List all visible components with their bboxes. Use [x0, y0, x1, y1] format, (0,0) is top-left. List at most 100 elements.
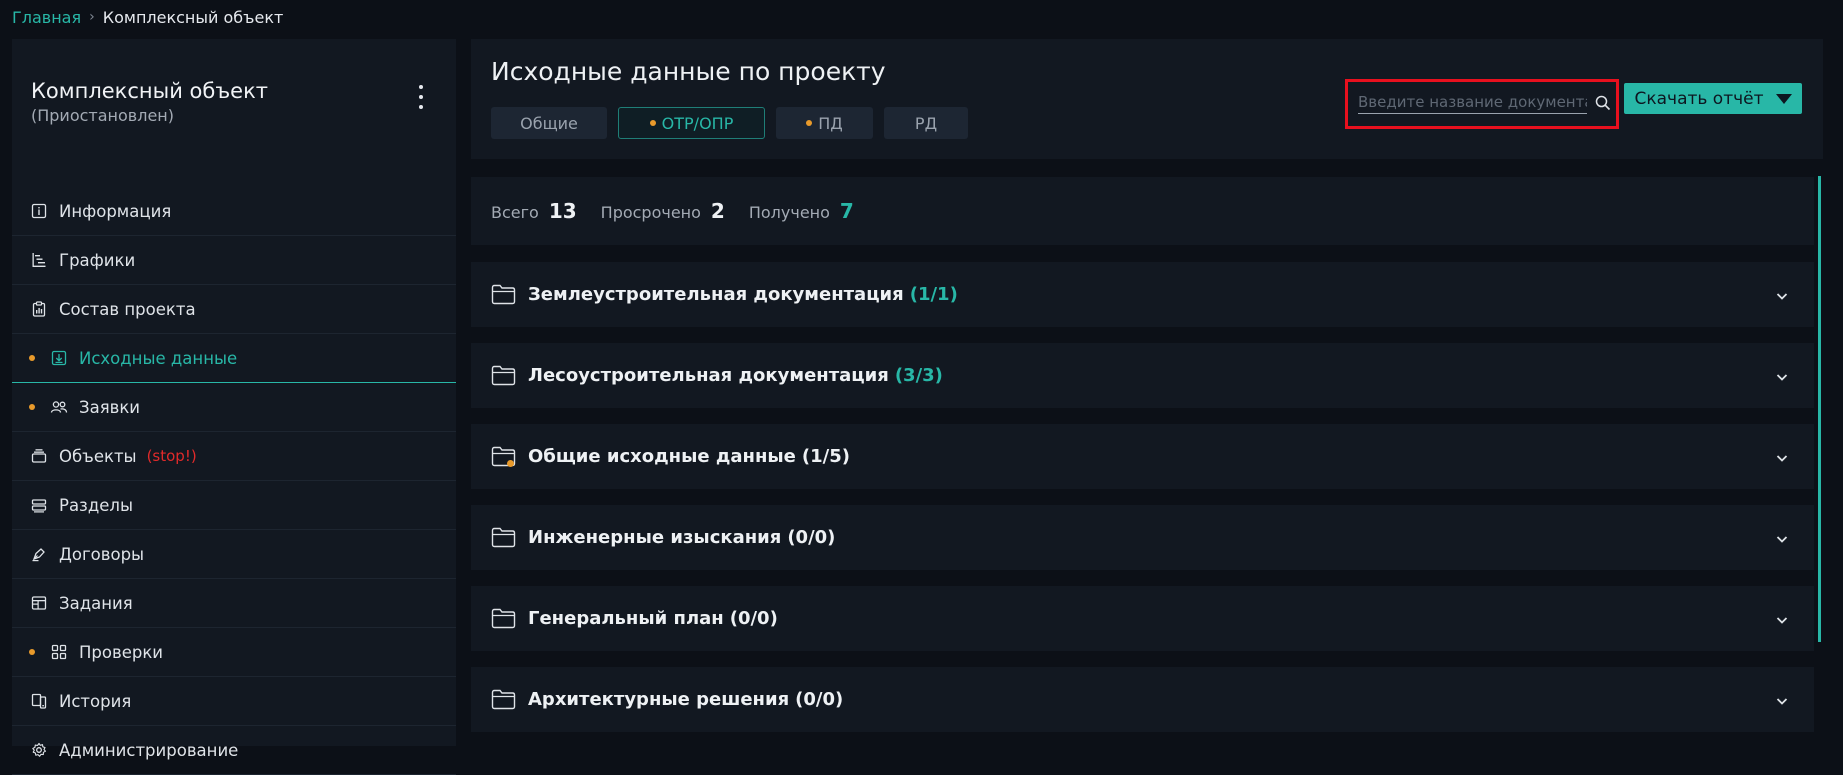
breadcrumb-separator-icon: ›	[89, 9, 95, 25]
tab-label: ОТР/ОПР	[661, 113, 734, 133]
sidebar-item-history[interactable]: История	[12, 677, 456, 726]
stat-value: 7	[839, 199, 854, 223]
sidebar-item-sections[interactable]: Разделы	[12, 481, 456, 530]
stat-overdue: Просрочено 2	[601, 199, 725, 223]
sidebar-item-label: Проверки	[79, 642, 164, 662]
stat-received: Получено 7	[749, 199, 854, 223]
chevron-down-icon[interactable]	[1775, 612, 1789, 626]
stat-value: 13	[548, 199, 577, 223]
download-report-label: Скачать отчёт	[1634, 88, 1764, 109]
stop-badge: (stop!)	[146, 447, 197, 465]
chevron-down-icon[interactable]	[1775, 369, 1789, 383]
stat-value: 2	[710, 199, 725, 223]
sidebar-item-label: Состав проекта	[59, 299, 196, 319]
folder-count: (0/0)	[795, 689, 844, 710]
sidebar-item-label: Администрирование	[59, 740, 239, 760]
scrollbar[interactable]	[1818, 176, 1821, 642]
folder-engineering-surveys[interactable]: Инженерные изыскания (0/0)	[471, 505, 1814, 570]
folder-name: Общие исходные данные	[528, 446, 796, 467]
tab-pd[interactable]: ПД	[776, 107, 873, 139]
chevron-down-icon[interactable]	[1775, 288, 1789, 302]
stack-icon	[29, 446, 49, 466]
folder-icon	[491, 608, 516, 629]
sidebar-nav: Информация Графики Состав проекта Исходн…	[12, 187, 456, 775]
sidebar-item-charts[interactable]: Графики	[12, 236, 456, 285]
folder-master-plan[interactable]: Генеральный план (0/0)	[471, 586, 1814, 651]
sidebar-item-admin[interactable]: Администрирование	[12, 726, 456, 775]
chevron-down-icon[interactable]	[1775, 450, 1789, 464]
sidebar-item-label: Объекты	[59, 446, 137, 466]
sidebar-item-tasks[interactable]: Задания	[12, 579, 456, 628]
sidebar-item-label: Разделы	[59, 495, 133, 515]
notification-dot	[29, 355, 35, 361]
folder-name: Землеустроительная документация	[528, 284, 904, 305]
chevron-down-icon[interactable]	[1775, 693, 1789, 707]
folder-count: (1/1)	[909, 284, 958, 305]
folder-icon	[491, 446, 516, 467]
project-header: Комплексный объект (Приостановлен)	[31, 79, 268, 125]
search-icon[interactable]	[1594, 94, 1612, 112]
folder-count: (0/0)	[787, 527, 836, 548]
gear-icon	[29, 740, 49, 760]
tab-rd[interactable]: РД	[884, 107, 968, 139]
folder-forest-management[interactable]: Лесоустроительная документация (3/3)	[471, 343, 1814, 408]
notification-dot	[806, 120, 813, 126]
folder-name: Лесоустроительная документация	[528, 365, 889, 386]
sidebar-item-objects[interactable]: Объекты (stop!)	[12, 432, 456, 481]
chevron-down-icon[interactable]	[1775, 531, 1789, 545]
sidebar-item-info[interactable]: Информация	[12, 187, 456, 236]
folder-icon	[491, 689, 516, 710]
notification-dot	[507, 460, 514, 467]
sidebar-item-label: Исходные данные	[79, 348, 238, 368]
search-input[interactable]	[1358, 90, 1587, 114]
project-status: (Приостановлен)	[31, 106, 174, 125]
folder-icon	[491, 365, 516, 386]
tab-label: ПД	[818, 113, 843, 133]
folder-name: Архитектурные решения	[528, 689, 790, 710]
folder-icon	[491, 527, 516, 548]
folder-count: (0/0)	[729, 608, 778, 629]
page-title: Исходные данные по проекту	[491, 57, 886, 86]
stat-label: Всего	[491, 203, 539, 222]
sidebar-item-label: История	[59, 691, 132, 711]
sidebar: Комплексный объект (Приостановлен) Инфор…	[12, 39, 456, 775]
info-icon	[29, 201, 49, 221]
stats-bar: Всего 13 Просрочено 2 Получено 7	[471, 177, 1814, 245]
sidebar-item-label: Информация	[59, 201, 172, 221]
breadcrumb-current: Комплексный объект	[102, 7, 284, 27]
download-report-button[interactable]: Скачать отчёт	[1624, 83, 1802, 114]
folder-list: Землеустроительная документация (1/1) Ле…	[471, 262, 1814, 748]
stat-label: Просрочено	[600, 203, 701, 222]
sidebar-item-project-composition[interactable]: Состав проекта	[12, 285, 456, 334]
folder-icon	[491, 284, 516, 305]
breadcrumb: Главная › Комплексный объект	[12, 6, 283, 28]
main-header: Исходные данные по проекту Общие ОТР/ОПР…	[471, 39, 1823, 159]
notification-dot	[649, 120, 656, 126]
sidebar-item-source-data[interactable]: Исходные данные	[12, 334, 456, 383]
more-options-icon[interactable]	[416, 85, 426, 109]
sections-icon	[29, 495, 49, 515]
sidebar-item-requests[interactable]: Заявки	[12, 383, 456, 432]
search-highlight-box	[1345, 79, 1619, 129]
stat-label: Получено	[748, 203, 830, 222]
folder-architectural-solutions[interactable]: Архитектурные решения (0/0)	[471, 667, 1814, 732]
folder-land-management[interactable]: Землеустроительная документация (1/1)	[471, 262, 1814, 327]
tab-otr-opr[interactable]: ОТР/ОПР	[618, 107, 765, 139]
grid-check-icon	[49, 642, 69, 662]
tab-general[interactable]: Общие	[491, 107, 607, 139]
breadcrumb-home-link[interactable]: Главная	[12, 8, 81, 27]
tab-label: РД	[914, 113, 938, 133]
folder-general-source-data[interactable]: Общие исходные данные (1/5)	[471, 424, 1814, 489]
folder-name: Инженерные изыскания	[528, 527, 782, 548]
sidebar-item-contracts[interactable]: Договоры	[12, 530, 456, 579]
folder-name: Генеральный план	[528, 608, 724, 629]
notification-dot	[29, 404, 35, 410]
clipboard-chart-icon	[29, 299, 49, 319]
caret-down-icon	[1775, 93, 1792, 104]
window-icon	[29, 593, 49, 613]
sidebar-item-checks[interactable]: Проверки	[12, 628, 456, 677]
project-title: Комплексный объект	[31, 79, 269, 103]
gantt-icon	[29, 250, 49, 270]
history-icon	[29, 691, 49, 711]
sidebar-item-label: Графики	[59, 250, 136, 270]
